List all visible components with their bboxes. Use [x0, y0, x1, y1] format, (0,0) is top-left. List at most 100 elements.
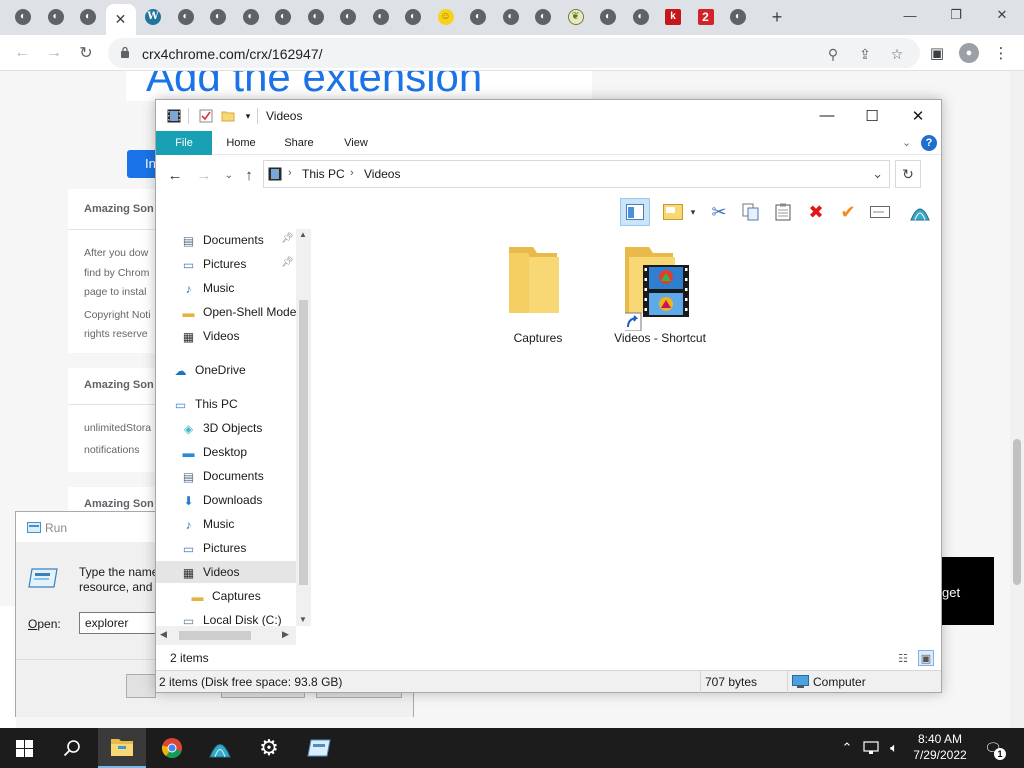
browser-tab[interactable]: ◐ [528, 3, 558, 31]
notification-center-button[interactable]: 🗨︎ 1 [980, 736, 1006, 760]
taskbar-settings[interactable]: ⚙ [245, 728, 293, 768]
nav-item[interactable]: ▦ Videos [156, 325, 296, 347]
copy-icon[interactable] [736, 198, 766, 226]
browser-tab[interactable]: ◐ [496, 3, 526, 31]
side-panel-icon[interactable]: ▣ [927, 43, 947, 63]
large-icons-view-icon[interactable]: ▣ [918, 650, 934, 666]
profile-avatar-icon[interactable]: ● [959, 43, 979, 63]
taskbar-chrome[interactable] [148, 728, 196, 768]
browser-tab[interactable]: ❦ [561, 3, 591, 31]
file-item-captures[interactable]: Captures [483, 229, 593, 345]
reload-icon[interactable]: ↻ [74, 41, 98, 65]
browser-minimize-button[interactable]: — [888, 4, 932, 26]
browser-tab[interactable]: ◐ [301, 3, 331, 31]
nav-item[interactable]: ▬ Captures [156, 585, 296, 607]
browser-tab[interactable]: ✕ [105, 4, 136, 35]
file-item-videos-shortcut[interactable]: Videos - Shortcut [605, 229, 715, 345]
ad-banner[interactable]: get [940, 557, 994, 625]
browser-tab[interactable]: ◐ [398, 3, 428, 31]
refresh-icon[interactable]: ↻ [895, 160, 921, 188]
taskbar-run[interactable] [295, 728, 343, 768]
browser-tab[interactable]: ☺ [431, 3, 461, 31]
maximize-button[interactable]: ☐ [849, 100, 895, 131]
nav-vertical-scrollbar[interactable]: ▲ ▼ [296, 229, 311, 626]
browser-tab[interactable]: ◐ [41, 3, 71, 31]
tab-view[interactable]: View [334, 131, 378, 155]
nav-item[interactable]: ▬ Open-Shell Mode [156, 301, 297, 323]
browser-tab[interactable]: 2 [691, 3, 721, 31]
paste-icon[interactable] [768, 198, 798, 226]
customize-quick-access-icon[interactable]: ▾ [240, 108, 256, 124]
nav-item[interactable]: ♪ Music [156, 513, 296, 535]
nav-item[interactable]: ▬ Desktop [156, 441, 296, 463]
nav-item[interactable]: ◈ 3D Objects [156, 417, 296, 439]
forward-icon[interactable]: → [42, 41, 66, 65]
new-folder-icon[interactable] [220, 108, 236, 124]
browser-tab[interactable]: ◐ [723, 3, 753, 31]
scroll-right-icon[interactable]: ▶ [282, 629, 289, 640]
delete-icon[interactable]: ✖ [801, 198, 831, 226]
preview-pane-icon[interactable] [620, 198, 650, 226]
browser-tab[interactable]: ◐ [8, 3, 38, 31]
scroll-up-icon[interactable]: ▲ [299, 230, 307, 239]
new-tab-button[interactable]: + [766, 6, 788, 28]
network-icon[interactable] [861, 739, 881, 757]
nav-item[interactable]: ⬇ Downloads [156, 489, 296, 511]
scroll-left-icon[interactable]: ◀ [160, 629, 167, 640]
browser-tab[interactable]: ◐ [593, 3, 623, 31]
browser-tab[interactable]: ◐ [366, 3, 396, 31]
nav-hscroll-thumb[interactable] [179, 631, 251, 640]
expand-ribbon-icon[interactable]: ⌄ [902, 136, 911, 149]
system-clock[interactable]: 8:40 AM 7/29/2022 [905, 731, 975, 763]
browser-tab[interactable]: ◐ [236, 3, 266, 31]
open-shell-icon[interactable] [905, 198, 935, 226]
start-button[interactable] [0, 728, 48, 768]
nav-item[interactable]: ▦ Videos [156, 561, 296, 583]
up-arrow-icon[interactable]: ↑ [239, 165, 259, 185]
browser-tab[interactable]: ◐ [268, 3, 298, 31]
close-tab-icon[interactable]: ✕ [115, 11, 127, 28]
page-scrollbar[interactable] [1010, 71, 1024, 728]
address-dropdown-icon[interactable]: ⌄ [872, 166, 883, 182]
run-ok-button[interactable] [126, 674, 156, 698]
select-check-icon[interactable]: ✔ [833, 198, 863, 226]
nav-item[interactable]: ▤ Documents [156, 465, 296, 487]
nav-item[interactable]: ♪ Music [156, 277, 296, 299]
back-arrow-icon[interactable]: ← [165, 165, 185, 185]
details-view-icon[interactable]: ☷ [895, 650, 911, 666]
page-scrollbar-thumb[interactable] [1013, 439, 1021, 585]
breadcrumb-videos[interactable]: Videos [364, 167, 400, 181]
show-hidden-icons-icon[interactable]: ⌃ [838, 739, 856, 757]
browser-tab[interactable]: k [658, 3, 688, 31]
nav-horizontal-scrollbar[interactable]: ◀ ▶ [156, 626, 296, 645]
zoom-icon[interactable]: ⚲ [824, 45, 842, 63]
share-icon[interactable]: ⇪ [856, 45, 874, 63]
nav-scrollbar-thumb[interactable] [299, 300, 308, 585]
bookmark-star-icon[interactable]: ☆ [888, 45, 906, 63]
volume-icon[interactable]: 🔈︎ [884, 739, 904, 757]
search-button[interactable] [48, 728, 96, 768]
views-dropdown-icon[interactable]: ▾ [686, 198, 700, 226]
chrome-menu-icon[interactable]: ⋮ [991, 43, 1011, 63]
nav-item[interactable]: ▤ Documents 📌︎ [156, 229, 296, 251]
browser-tab[interactable]: ◐ [626, 3, 656, 31]
nav-item[interactable]: ☁ OneDrive [156, 359, 296, 381]
close-button[interactable]: ✕ [895, 100, 941, 131]
forward-arrow-icon[interactable]: → [194, 165, 214, 185]
address-bar[interactable]: crx4chrome.com/crx/162947/ ⚲ ⇪ ☆ [108, 38, 920, 68]
taskbar-file-explorer[interactable] [98, 728, 146, 768]
help-icon[interactable]: ? [921, 135, 937, 151]
cut-icon[interactable]: ✂ [704, 198, 734, 226]
browser-tab[interactable]: W [138, 3, 168, 31]
nav-item[interactable]: ▭ This PC [156, 393, 296, 415]
properties-icon[interactable] [198, 108, 214, 124]
recent-locations-icon[interactable]: ⌄ [219, 165, 239, 185]
browser-restore-button[interactable]: ❐ [934, 4, 978, 26]
browser-tab[interactable]: ◐ [463, 3, 493, 31]
browser-tab[interactable]: ◐ [333, 3, 363, 31]
browser-tab[interactable]: ◐ [171, 3, 201, 31]
nav-item[interactable]: ▭ Pictures 📌︎ [156, 253, 296, 275]
tab-file[interactable]: File [156, 131, 212, 155]
browser-tab[interactable]: ◐ [73, 3, 103, 31]
rename-icon[interactable] [865, 198, 895, 226]
